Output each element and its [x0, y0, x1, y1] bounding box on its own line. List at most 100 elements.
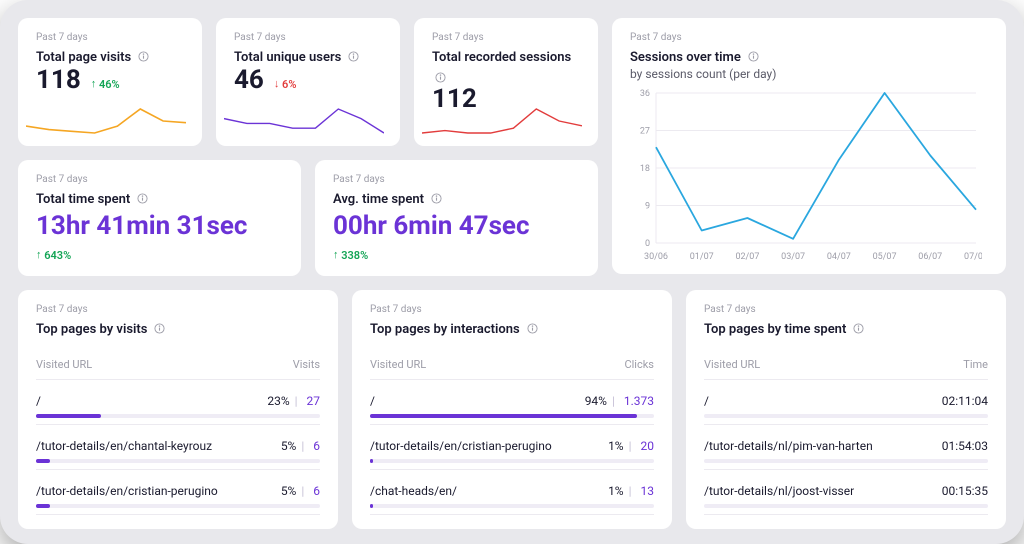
card-top-pages-by-interactions: Past 7 days Top pages by interactions Vi…: [352, 290, 672, 529]
progress-bar: [36, 414, 320, 418]
period-label: Past 7 days: [234, 32, 382, 43]
card-title: Total unique users: [234, 50, 341, 66]
period-label: Past 7 days: [370, 304, 654, 315]
metric-delta: ↓ 6%: [274, 78, 297, 91]
table-row[interactable]: /tutor-details/en/chantal-keyrouz 5% | 6: [36, 425, 320, 470]
svg-text:36: 36: [640, 89, 650, 99]
card-title: Top pages by interactions: [370, 322, 520, 338]
column-header-url: Visited URL: [704, 358, 760, 371]
progress-bar: [36, 504, 320, 508]
progress-bar: [370, 414, 654, 418]
svg-text:07/07: 07/07: [964, 252, 982, 262]
table-row[interactable]: /chat-heads/en/1% | 13: [370, 470, 654, 515]
metric-value: 00hr 6min 47sec: [333, 212, 580, 241]
card-top-pages-by-time-spent: Past 7 days Top pages by time spent Visi…: [686, 290, 1006, 529]
info-icon[interactable]: [853, 323, 864, 334]
card-title: Top pages by visits: [36, 322, 147, 338]
progress-bar: [370, 504, 654, 508]
row-value: 02:11:04: [942, 394, 988, 408]
sparkline-sessions: [422, 104, 582, 136]
card-title: Total recorded sessions: [432, 50, 571, 66]
row-value: 5% | 6: [281, 484, 320, 498]
table-row[interactable]: /tutor-details/nl/joost-visser 00:15:35: [704, 470, 988, 515]
table-row[interactable]: /tutor-details/en/cristian-perugino 1% | …: [370, 425, 654, 470]
period-label: Past 7 days: [432, 32, 580, 43]
metric-value: 46: [234, 65, 264, 95]
card-top-pages-by-visits: Past 7 days Top pages by visits Visited …: [18, 290, 338, 529]
sparkline-visits: [26, 104, 186, 136]
row-url: /tutor-details/en/cristian-perugino: [36, 484, 218, 498]
progress-bar: [370, 459, 654, 463]
metric-delta: ↑ 46%: [91, 78, 120, 91]
progress-bar: [36, 459, 320, 463]
row-value: 1% | 20: [608, 439, 654, 453]
card-total-unique-users: Past 7 days Total unique users 46 ↓ 6%: [216, 18, 400, 146]
progress-bar: [704, 459, 988, 463]
info-icon[interactable]: [348, 51, 359, 62]
period-label: Past 7 days: [630, 32, 988, 43]
card-title: Avg. time spent: [333, 192, 424, 208]
chart-title: Sessions over time: [630, 50, 741, 66]
svg-text:05/07: 05/07: [873, 252, 897, 262]
metric-delta: ↑ 643%: [36, 249, 283, 262]
table-row[interactable]: / 94% | 1.373: [370, 380, 654, 425]
sparkline-users: [224, 104, 384, 136]
info-icon[interactable]: [154, 323, 165, 334]
card-total-page-visits: Past 7 days Total page visits 118 ↑ 46%: [18, 18, 202, 146]
card-avg-time-spent: Past 7 days Avg. time spent 00hr 6min 47…: [315, 160, 598, 276]
metric-value: 13hr 41min 31sec: [36, 212, 283, 241]
info-icon[interactable]: [138, 51, 149, 62]
table-row[interactable]: / 23% | 27: [36, 380, 320, 425]
row-value: 01:54:03: [942, 439, 988, 453]
row-value: 23% | 27: [267, 394, 320, 408]
progress-bar: [704, 504, 988, 508]
svg-text:06/07: 06/07: [918, 252, 942, 262]
info-icon[interactable]: [137, 193, 148, 204]
row-url: /tutor-details/nl/pim-van-harten: [704, 439, 873, 453]
info-icon[interactable]: [527, 323, 538, 334]
row-url: /tutor-details/en/cristian-perugino: [370, 439, 552, 453]
column-header-value: Visits: [293, 358, 320, 371]
column-header-url: Visited URL: [36, 358, 92, 371]
column-header-value: Time: [963, 358, 988, 371]
row-value: 00:15:35: [942, 484, 988, 498]
chart-subtitle: by sessions count (per day): [630, 67, 988, 81]
column-header-url: Visited URL: [370, 358, 426, 371]
column-header-value: Clicks: [624, 358, 654, 371]
row-url: /: [704, 394, 709, 408]
info-icon[interactable]: [435, 72, 446, 83]
info-icon[interactable]: [748, 51, 759, 62]
svg-text:03/07: 03/07: [781, 252, 805, 262]
card-title: Top pages by time spent: [704, 322, 846, 338]
row-url: /tutor-details/en/chantal-keyrouz: [36, 439, 212, 453]
row-value: 94% | 1.373: [585, 394, 654, 408]
period-label: Past 7 days: [333, 174, 580, 185]
period-label: Past 7 days: [36, 304, 320, 315]
row-url: /: [36, 394, 41, 408]
card-total-recorded-sessions: Past 7 days Total recorded sessions 112: [414, 18, 598, 146]
svg-text:27: 27: [640, 127, 650, 137]
table-row[interactable]: /tutor-details/en/cristian-perugino 5% | …: [36, 470, 320, 515]
svg-text:01/07: 01/07: [690, 252, 714, 262]
card-total-time-spent: Past 7 days Total time spent 13hr 41min …: [18, 160, 301, 276]
info-icon[interactable]: [431, 193, 442, 204]
svg-text:04/07: 04/07: [827, 252, 851, 262]
row-url: /chat-heads/en/: [370, 484, 457, 498]
card-title: Total page visits: [36, 50, 131, 66]
period-label: Past 7 days: [36, 174, 283, 185]
line-chart: 0918273630/0601/0702/0703/0704/0705/0706…: [630, 87, 982, 265]
row-value: 5% | 6: [281, 439, 320, 453]
table-row[interactable]: / 02:11:04: [704, 380, 988, 425]
svg-text:02/07: 02/07: [735, 252, 759, 262]
row-url: /tutor-details/nl/joost-visser: [704, 484, 854, 498]
row-value: 1% | 13: [608, 484, 654, 498]
metric-value: 118: [36, 65, 81, 95]
progress-bar: [704, 414, 988, 418]
svg-text:30/06: 30/06: [644, 252, 668, 262]
period-label: Past 7 days: [704, 304, 988, 315]
metric-delta: ↑ 338%: [333, 249, 580, 262]
table-row[interactable]: /tutor-details/nl/pim-van-harten 01:54:03: [704, 425, 988, 470]
svg-text:9: 9: [645, 202, 650, 212]
period-label: Past 7 days: [36, 32, 184, 43]
row-url: /: [370, 394, 375, 408]
